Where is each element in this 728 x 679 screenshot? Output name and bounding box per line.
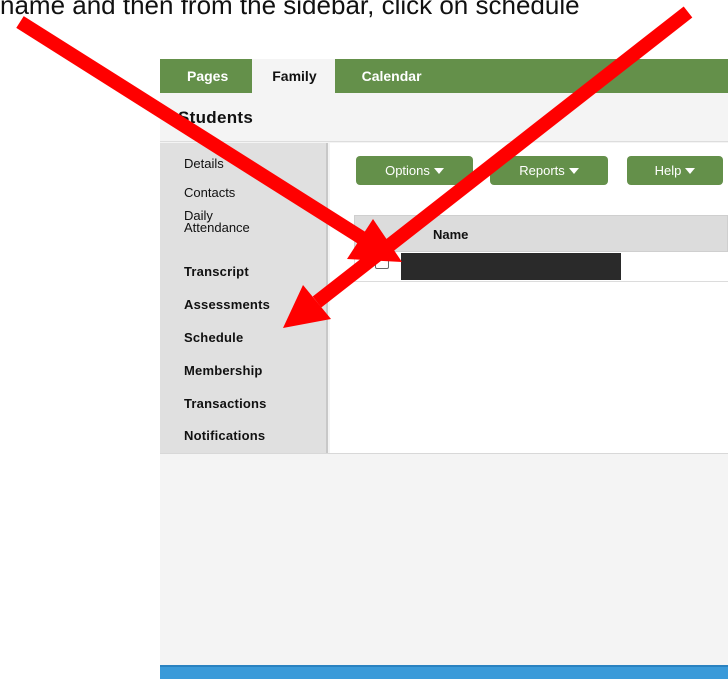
page-title: Students: [178, 108, 254, 127]
sidebar-item-notifications[interactable]: Notifications: [184, 429, 265, 442]
sidebar-item-membership[interactable]: Membership: [184, 364, 263, 377]
caret-down-icon: [568, 167, 579, 174]
sidebar-item-transcript[interactable]: Transcript: [184, 265, 249, 278]
sidebar-item-daily-attendance[interactable]: Daily Attendance: [184, 209, 264, 234]
main-content: Options Reports Help Name: [330, 143, 728, 453]
table-row[interactable]: [354, 252, 728, 282]
instruction-text: name and then from the sidebar, click on…: [0, 0, 580, 20]
footer-bar: [160, 665, 728, 679]
help-button-label: Help: [654, 163, 682, 178]
sidebar-item-assessments[interactable]: Assessments: [184, 298, 270, 311]
caret-down-icon: [433, 167, 444, 174]
options-button-label: Options: [385, 163, 430, 178]
sis-app-window: Pages Family Calendar Students Details C…: [160, 59, 728, 679]
sidebar-item-contacts[interactable]: Contacts: [184, 186, 235, 199]
top-navigation: Pages Family Calendar: [160, 59, 728, 93]
table-header: Name: [354, 215, 728, 252]
caret-down-icon: [685, 167, 696, 174]
sidebar: Details Contacts Daily Attendance Transc…: [160, 143, 328, 453]
redacted-student-name[interactable]: [401, 253, 621, 280]
students-table: Name: [354, 215, 728, 282]
content-bottom-border: [160, 453, 728, 454]
help-button[interactable]: Help: [627, 156, 723, 185]
tab-calendar[interactable]: Calendar: [335, 59, 446, 93]
tab-family[interactable]: Family: [252, 59, 335, 93]
sidebar-item-transactions[interactable]: Transactions: [184, 397, 267, 410]
tab-pages[interactable]: Pages: [160, 59, 252, 93]
sidebar-item-schedule[interactable]: Schedule: [184, 331, 243, 344]
row-checkbox[interactable]: [375, 256, 389, 269]
sidebar-item-details[interactable]: Details: [184, 157, 224, 170]
title-divider: [160, 141, 728, 142]
reports-button-label: Reports: [519, 163, 565, 178]
options-button[interactable]: Options: [356, 156, 473, 185]
column-header-name[interactable]: Name: [433, 227, 468, 242]
reports-button[interactable]: Reports: [490, 156, 608, 185]
